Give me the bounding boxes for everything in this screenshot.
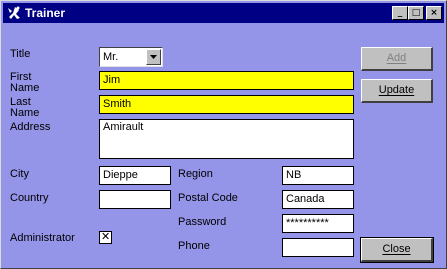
trainer-window: Trainer _ □ × Title Mr. First Name Jim L… [0,0,447,269]
city-field[interactable]: Dieppe [99,166,171,185]
last-name-label: Last Name [10,96,40,119]
last-name-field[interactable]: Smith [99,95,354,114]
title-select[interactable]: Mr. [99,47,163,67]
region-field[interactable]: NB [282,166,354,185]
update-button-label: Update [378,84,415,96]
region-label: Region [178,168,213,180]
password-label: Password [178,216,227,228]
trainer-app-icon [6,5,22,21]
window-title: Trainer [25,6,66,20]
check-mark-icon: ✕ [101,230,111,243]
maximize-button[interactable]: □ [408,6,424,20]
country-field[interactable] [99,190,171,209]
country-label: Country [10,192,49,204]
close-window-button[interactable]: × [426,6,442,20]
address-label: Address [10,121,51,133]
postal-code-field[interactable]: Canada [282,190,354,209]
administrator-checkbox[interactable]: ✕ [99,230,112,244]
administrator-label: Administrator [10,232,75,244]
title-label: Title [10,48,31,60]
phone-field[interactable] [282,238,354,257]
first-name-label: First Name [10,71,40,94]
city-label: City [10,168,29,180]
postal-code-label: Postal Code [178,192,238,204]
update-button[interactable]: Update [361,79,433,103]
chevron-down-icon [150,55,157,59]
phone-label: Phone [178,240,210,252]
address-field[interactable]: Amirault [99,119,354,159]
add-button[interactable]: Add [361,47,433,71]
close-button-label: Close [382,243,411,255]
title-select-value: Mr. [103,51,119,63]
title-dropdown-button[interactable] [146,49,161,65]
first-name-field[interactable]: Jim [99,71,354,90]
minimize-button[interactable]: _ [392,6,408,20]
add-button-label: Add [386,52,407,64]
close-button[interactable]: Close [360,237,434,263]
title-bar[interactable]: Trainer _ □ × [3,3,444,23]
password-field[interactable]: ********** [282,214,354,233]
